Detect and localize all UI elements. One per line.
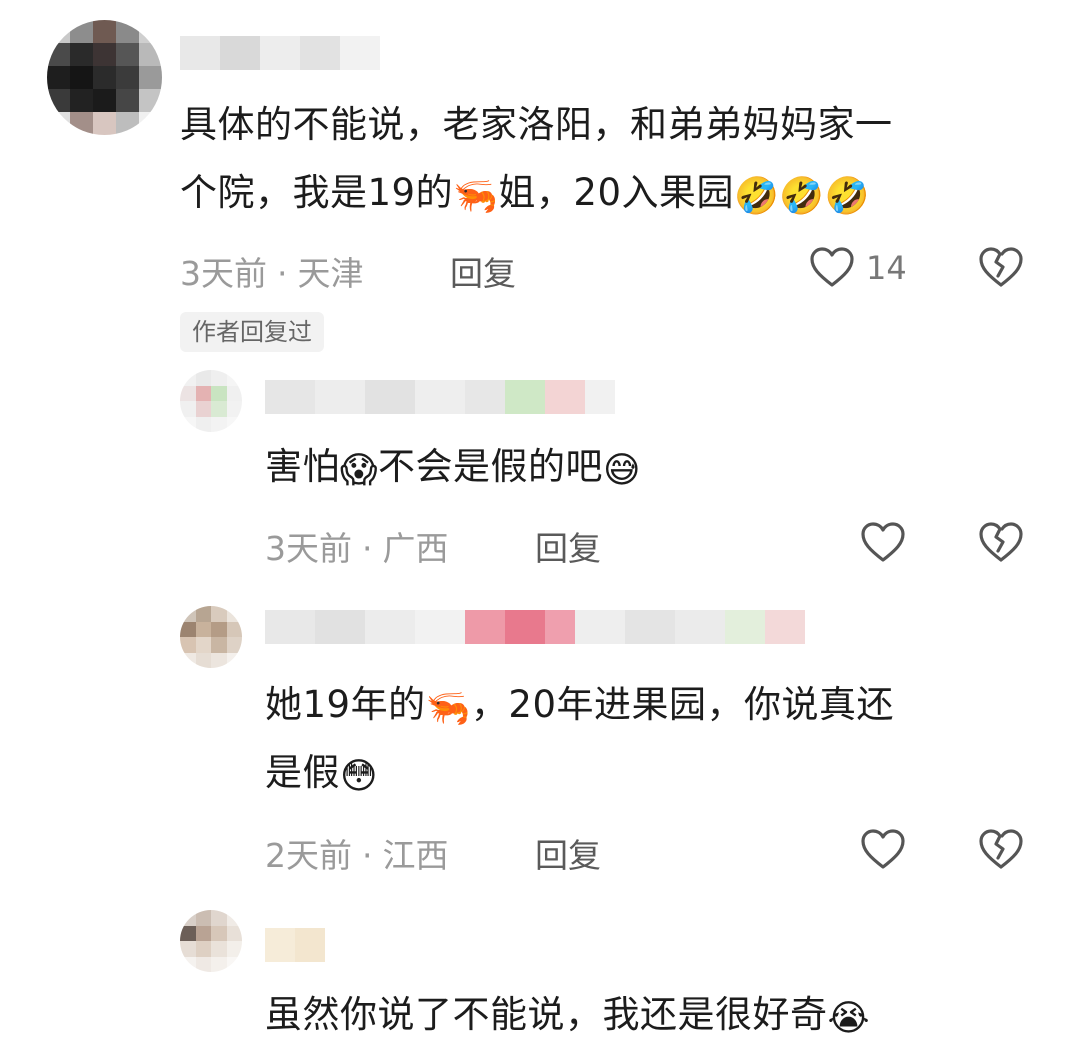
username[interactable] — [265, 380, 615, 414]
reply-button[interactable]: 回复 — [535, 829, 601, 877]
flushed-emoji: 😳 — [340, 756, 379, 797]
like-count: 14 — [866, 249, 907, 287]
like-button[interactable] — [808, 243, 856, 291]
avatar[interactable] — [180, 910, 242, 972]
rofl-emoji: 🤣🤣🤣 — [734, 176, 870, 217]
username[interactable] — [265, 928, 325, 962]
username[interactable] — [180, 36, 380, 70]
reply-button[interactable]: 回复 — [450, 247, 516, 295]
comment-text: 虽然你说了不能说，我还是很好奇😭 — [265, 993, 871, 1039]
reply-button[interactable]: 回复 — [535, 522, 601, 570]
comment-text: 害怕😱不会是假的吧😅 — [265, 445, 642, 491]
dislike-button[interactable] — [977, 518, 1025, 566]
comment-meta: 3天前 · 天津 — [180, 254, 364, 293]
crying-emoji: 😭 — [827, 998, 871, 1039]
comment-text: 具体的不能说，老家洛阳，和弟弟妈妈家一 — [180, 103, 893, 146]
avatar[interactable] — [47, 20, 162, 135]
broken-heart-icon — [979, 829, 1023, 869]
comment-text: 是假😳 — [265, 751, 379, 797]
timestamp: 3天前 — [265, 529, 352, 568]
heart-icon — [861, 829, 905, 869]
location: 广西 — [382, 529, 449, 568]
scream-emoji: 😱 — [340, 450, 379, 491]
broken-heart-icon — [979, 247, 1023, 287]
location: 江西 — [382, 836, 449, 875]
heart-icon — [861, 522, 905, 562]
like-button[interactable] — [859, 518, 907, 566]
dislike-button[interactable] — [977, 243, 1025, 291]
location: 天津 — [297, 254, 364, 293]
shrimp-emoji: 🦐 — [453, 176, 499, 217]
broken-heart-icon — [979, 522, 1023, 562]
avatar[interactable] — [180, 606, 242, 668]
dislike-button[interactable] — [977, 825, 1025, 873]
heart-icon — [810, 247, 854, 287]
comment-text: 她19年的🦐，20年进果园，你说真还 — [265, 683, 895, 729]
shrimp-emoji: 🦐 — [425, 688, 471, 729]
sweat-smile-emoji: 😅 — [603, 450, 642, 491]
avatar[interactable] — [180, 370, 242, 432]
comment-meta: 3天前 · 广西 — [265, 529, 449, 568]
comment-text: 个院，我是19的🦐姐，20入果园🤣🤣🤣 — [180, 171, 870, 217]
timestamp: 3天前 — [180, 254, 267, 293]
username[interactable] — [265, 610, 805, 644]
timestamp: 2天前 — [265, 836, 352, 875]
comment-meta: 2天前 · 江西 — [265, 836, 449, 875]
like-button[interactable] — [859, 825, 907, 873]
author-replied-tag: 作者回复过 — [180, 312, 324, 352]
